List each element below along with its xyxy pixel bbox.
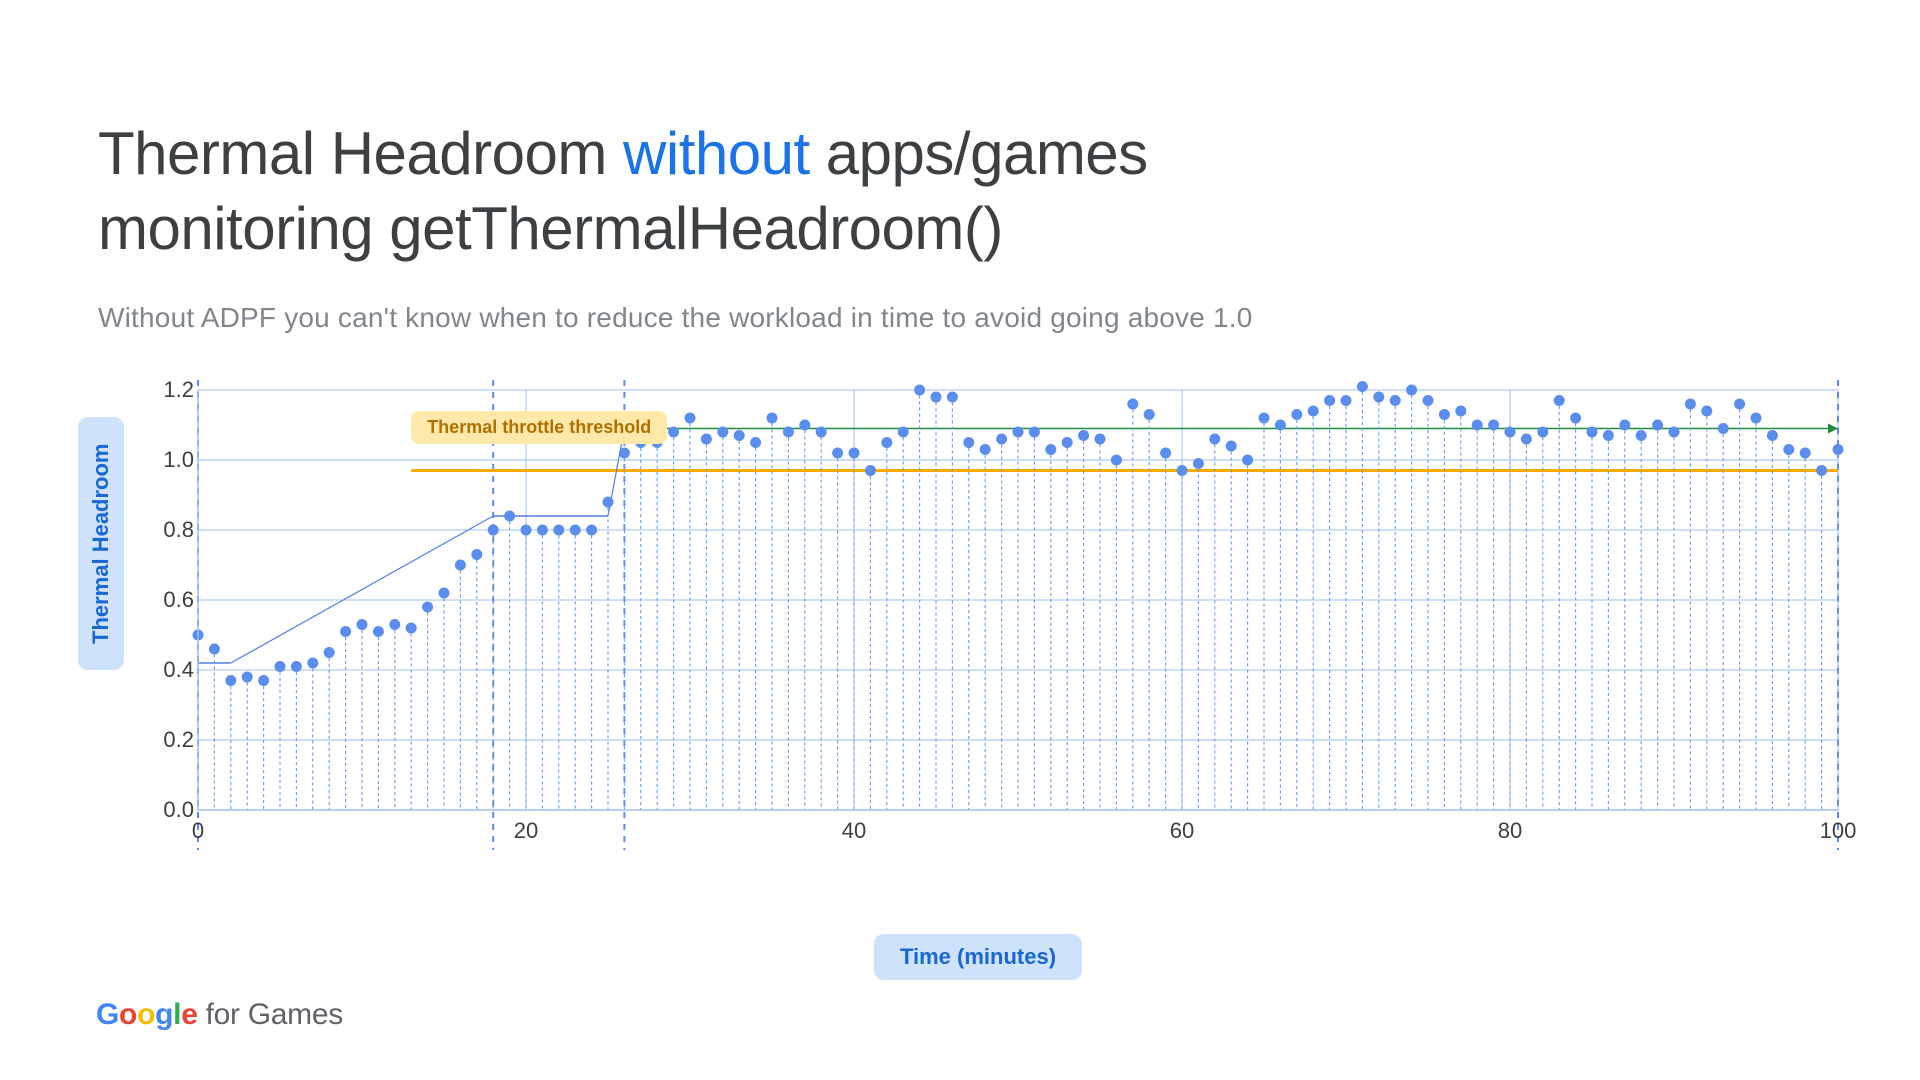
y-tick: 0.0	[150, 797, 194, 823]
x-tick: 100	[1820, 818, 1857, 844]
x-tick: 40	[842, 818, 866, 844]
google-o1-icon: o	[119, 998, 137, 1031]
y-tick: 0.6	[150, 587, 194, 613]
title-prefix: Thermal Headroom	[98, 120, 623, 187]
title-accent: without	[623, 120, 810, 187]
y-tick: 0.4	[150, 657, 194, 683]
y-tick: 0.8	[150, 517, 194, 543]
google-e-icon: e	[181, 998, 197, 1031]
plot-area	[198, 390, 1838, 810]
slide-subtitle: Without ADPF you can't know when to redu…	[98, 302, 1253, 334]
chart: Thermal Headroom 0.00.20.40.60.81.01.2 0…	[98, 370, 1858, 930]
footer-suffix: for Games	[198, 998, 343, 1031]
y-axis-label: Thermal Headroom	[78, 418, 124, 671]
x-tick: 60	[1170, 818, 1194, 844]
google-g2-icon: g	[155, 998, 173, 1031]
google-l-icon: l	[173, 998, 181, 1031]
y-tick: 1.2	[150, 377, 194, 403]
x-axis-label: Time (minutes)	[874, 934, 1082, 980]
x-tick: 20	[514, 818, 538, 844]
slide: Thermal Headroom without apps/gamesmonit…	[0, 0, 1920, 1080]
x-tick: 0	[192, 818, 204, 844]
y-tick: 1.0	[150, 447, 194, 473]
x-tick: 80	[1498, 818, 1522, 844]
google-o2-icon: o	[137, 998, 155, 1031]
footer-logo: Google for Games	[96, 998, 343, 1032]
slide-title: Thermal Headroom without apps/gamesmonit…	[98, 116, 1148, 266]
y-tick: 0.2	[150, 727, 194, 753]
google-g-icon: G	[96, 998, 119, 1031]
plot-svg	[198, 390, 1838, 810]
threshold-label: Thermal throttle threshold	[411, 411, 667, 444]
